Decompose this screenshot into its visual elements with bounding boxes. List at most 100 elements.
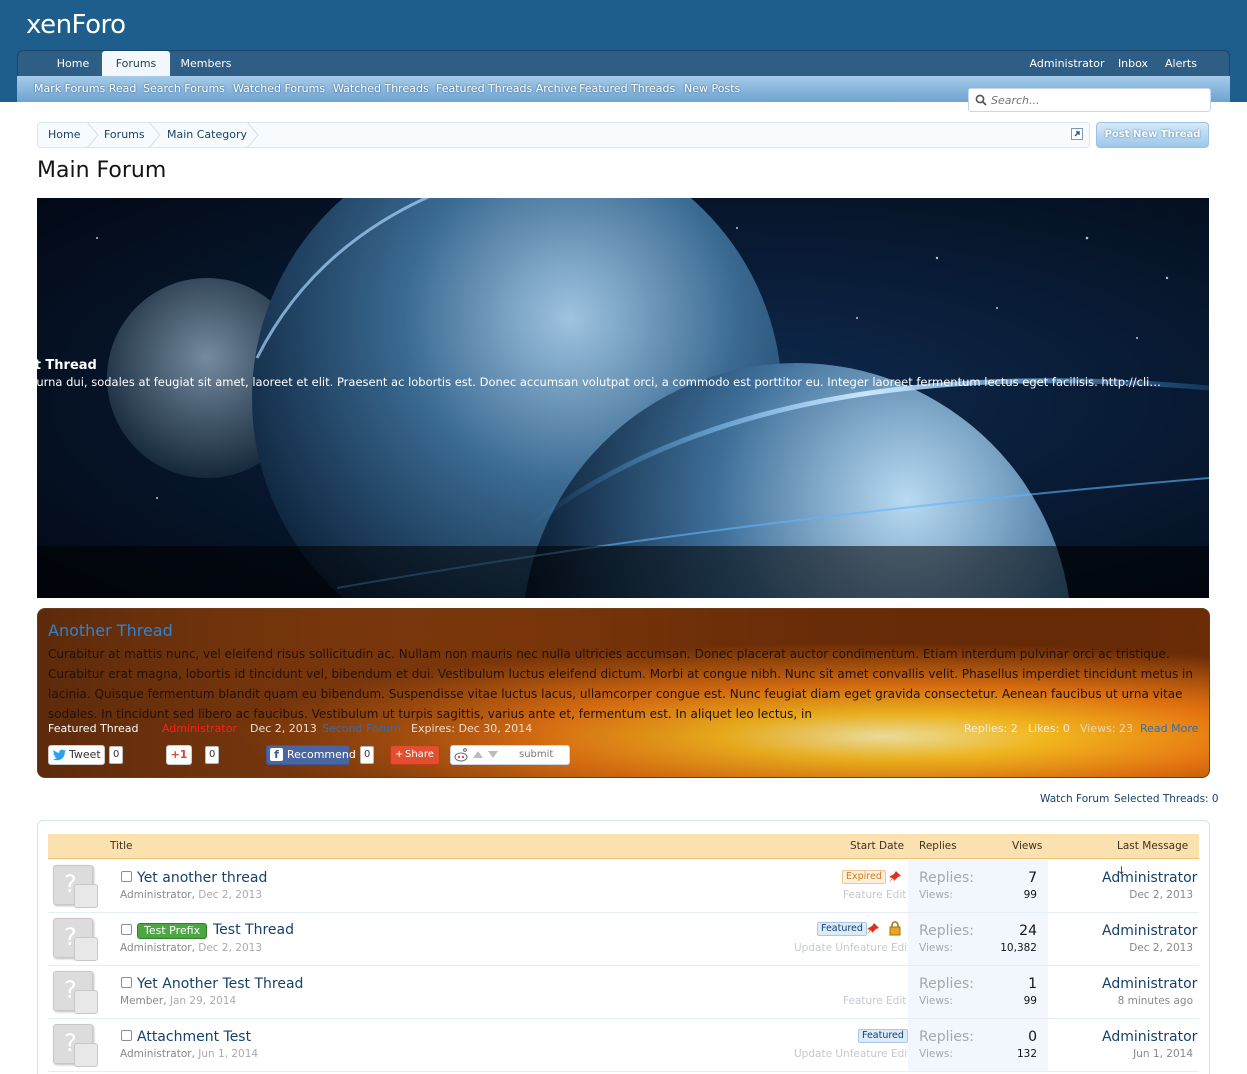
read-more-link[interactable]: Read More xyxy=(1140,722,1198,735)
facebook-recommend-button[interactable]: f Recommend xyxy=(266,745,356,765)
featured-thread-block: Another Thread Curabitur at mattis nunc,… xyxy=(37,608,1210,778)
last-poster[interactable]: Administrator xyxy=(1102,976,1197,992)
slider-title[interactable]: Test Thread xyxy=(11,358,97,373)
thread-stats xyxy=(908,1019,1048,1071)
nav-administrator[interactable]: Administrator xyxy=(1028,51,1106,77)
thread-date: Dec 2, 2013 xyxy=(198,942,262,954)
search-input[interactable] xyxy=(991,92,1201,108)
featured-forum[interactable]: Second Forum xyxy=(322,722,401,735)
last-poster[interactable]: Administrator xyxy=(1102,1029,1197,1045)
reddit-submit-button[interactable]: submit xyxy=(450,745,570,765)
featured-views: Views: 23 xyxy=(1080,722,1134,735)
thread-controls[interactable]: Feature Edit xyxy=(843,995,906,1007)
thread-stats xyxy=(908,966,1048,1018)
collapse-icon[interactable] xyxy=(1184,621,1196,633)
search-box[interactable] xyxy=(968,88,1211,112)
thread-checkbox[interactable] xyxy=(121,1030,132,1041)
last-poster-avatar[interactable] xyxy=(74,884,98,908)
sticky-pin-icon xyxy=(889,871,901,883)
thread-title[interactable]: Yet another thread xyxy=(137,870,267,886)
featured-tag: Featured xyxy=(817,922,867,936)
replies-label: Replies: xyxy=(919,923,975,939)
subnav-watched-forums[interactable]: Watched Forums xyxy=(233,76,325,102)
submit-label: submit xyxy=(519,749,554,760)
subnav-watched-threads[interactable]: Watched Threads xyxy=(333,76,429,102)
thread-prefix[interactable]: Test Prefix xyxy=(137,923,208,939)
col-title[interactable]: Title xyxy=(110,834,133,859)
thread-author[interactable]: Administrator xyxy=(120,889,192,901)
google-plus-button[interactable]: +1 xyxy=(166,745,192,765)
subnav-featured-archive[interactable]: Featured Threads Archive xyxy=(436,76,577,102)
tab-forums[interactable]: Forums xyxy=(102,51,170,78)
share-button[interactable]: + Share xyxy=(390,745,440,765)
last-poster-avatar[interactable] xyxy=(74,990,98,1014)
jump-menu-icon[interactable] xyxy=(1071,128,1083,140)
thread-title[interactable]: Yet Another Test Thread xyxy=(137,976,303,992)
breadcrumb: Home Forums Main Category xyxy=(37,122,1090,148)
thread-author[interactable]: Administrator xyxy=(120,942,192,954)
nav-inbox[interactable]: Inbox xyxy=(1116,51,1150,77)
featured-expires: Expires: Dec 30, 2014 xyxy=(411,722,533,735)
tab-home[interactable]: Home xyxy=(52,51,94,77)
subnav-featured-threads[interactable]: Featured Threads xyxy=(579,76,675,102)
thread-checkbox[interactable] xyxy=(121,977,132,988)
breadcrumb-home[interactable]: Home xyxy=(48,123,80,147)
thread-checkbox[interactable] xyxy=(121,924,132,935)
views-count: 10,382 xyxy=(1000,942,1037,954)
nav-alerts[interactable]: Alerts xyxy=(1164,51,1198,77)
thread-title[interactable]: Attachment Test xyxy=(137,1029,251,1045)
thread-controls[interactable]: Update Unfeature Edit xyxy=(794,942,911,954)
col-views[interactable]: Views xyxy=(1012,834,1042,859)
thread-date: Jun 1, 2014 xyxy=(198,1048,259,1060)
thread-author[interactable]: Administrator xyxy=(120,1048,192,1060)
subnav-mark-forums-read[interactable]: Mark Forums Read xyxy=(34,76,136,102)
views-label: Views: xyxy=(919,942,953,954)
replies-label: Replies: xyxy=(919,870,975,886)
featured-tag: Featured xyxy=(858,1029,908,1043)
replies-count: 1 xyxy=(1028,976,1037,992)
subnav-search-forums[interactable]: Search Forums xyxy=(143,76,225,102)
views-count: 132 xyxy=(1016,1048,1037,1060)
featured-author[interactable]: Administrator xyxy=(162,722,237,735)
views-label: Views: xyxy=(919,1048,953,1060)
thread-controls[interactable]: Feature Edit xyxy=(843,889,906,901)
last-message-date[interactable]: Dec 2, 2013 xyxy=(1108,889,1193,901)
last-poster-avatar[interactable] xyxy=(74,937,98,961)
expired-tag: Expired xyxy=(842,870,886,884)
subnav-new-posts[interactable]: New Posts xyxy=(684,76,740,102)
watch-forum-link[interactable]: Watch Forum xyxy=(1040,793,1109,805)
last-poster-avatar[interactable] xyxy=(74,1043,98,1067)
featured-thread-title[interactable]: Another Thread xyxy=(48,621,173,640)
replies-count: 7 xyxy=(1028,870,1037,886)
tab-members[interactable]: Members xyxy=(180,51,232,77)
selected-threads-link[interactable]: Selected Threads: 0 xyxy=(1114,793,1219,805)
last-message-date[interactable]: 8 minutes ago xyxy=(1093,995,1193,1007)
reddit-icon xyxy=(454,748,468,762)
thread-row: ? Yet another thread Administrator, Dec … xyxy=(48,860,1199,913)
last-poster[interactable]: Administrator xyxy=(1102,923,1197,939)
lock-icon xyxy=(889,921,901,936)
logo[interactable]: xenForo xyxy=(26,10,126,40)
breadcrumb-main-category[interactable]: Main Category xyxy=(167,123,247,147)
featured-slider[interactable] xyxy=(37,198,1209,598)
thread-checkbox[interactable] xyxy=(121,871,132,882)
slider-caption-bg xyxy=(37,546,1209,598)
thread-author[interactable]: Member xyxy=(120,995,163,1007)
tweet-button[interactable]: Tweet xyxy=(48,745,105,765)
col-replies[interactable]: Replies xyxy=(919,834,957,859)
featured-thread-meta: Featured Thread Administrator Dec 2, 201… xyxy=(48,722,1200,738)
thread-stats xyxy=(908,913,1048,965)
last-poster[interactable]: Administrator xyxy=(1102,870,1197,886)
breadcrumb-forums[interactable]: Forums xyxy=(104,123,145,147)
thread-title[interactable]: Test Thread xyxy=(213,922,294,938)
thread-row: ? Test Prefix Test Thread Administrator,… xyxy=(48,913,1199,966)
col-start-date[interactable]: Start Date xyxy=(850,834,904,859)
vote-arrows-icon xyxy=(473,751,498,758)
last-message-date[interactable]: Jun 1, 2014 xyxy=(1108,1048,1193,1060)
last-message-date[interactable]: Dec 2, 2013 xyxy=(1108,942,1193,954)
main-nav: Home Forums Members Administrator Inbox … xyxy=(17,50,1230,78)
thread-controls[interactable]: Update Unfeature Edit xyxy=(794,1048,911,1060)
thread-stats xyxy=(908,860,1048,912)
post-new-thread-button[interactable]: Post New Thread xyxy=(1096,122,1209,148)
tweet-label: Tweet xyxy=(69,748,101,761)
